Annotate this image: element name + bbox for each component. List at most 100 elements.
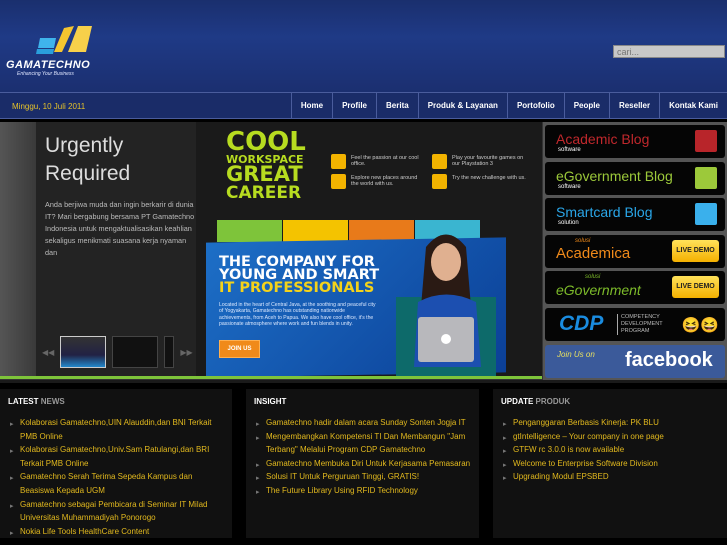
academic-blog-link[interactable]: Academic Blog software	[545, 125, 725, 158]
facebook-link[interactable]: Join Us on facebook	[545, 344, 725, 378]
slide-text: Anda berjiwa muda dan ingin berkarir di …	[45, 200, 195, 257]
box-title: UPDATE PRODUK	[493, 389, 727, 416]
product-link[interactable]: Welcome to Enterprise Software Division	[503, 457, 719, 472]
link-subtitle: software	[558, 147, 581, 153]
title-part: UPDATE	[501, 397, 534, 406]
poster-headline: THE COMPANY FOR YOUNG AND SMART IT PROFE…	[219, 255, 379, 296]
header: GAMATECHNO Enhancing Your Business	[0, 0, 727, 92]
brand-name: GAMATECHNO	[6, 59, 91, 71]
insight-box: INSIGHT Gamatechno hadir dalam acara Sun…	[246, 389, 479, 538]
insight-link[interactable]: The Future Library Using RFID Technology	[256, 484, 471, 499]
link-title: Academic Blog	[556, 131, 650, 147]
poster-great: GREAT	[226, 162, 303, 187]
trophy-icon	[432, 174, 447, 189]
feature-text: Feel the passion at our cool office.	[351, 155, 419, 167]
live-demo-button[interactable]: LIVE DEMO	[672, 276, 719, 299]
link-title: eGovernment	[556, 282, 641, 299]
poster-cool: COOL	[226, 127, 306, 157]
product-link[interactable]: Penganggaran Berbasis Kinerja: PK BLU	[503, 416, 719, 431]
slide-thumb[interactable]	[60, 336, 107, 368]
link-subtitle: COMPETENCY DEVELOPMENT PROGRAM	[617, 313, 675, 335]
slide-caption: Urgently Required Anda berjiwa muda dan …	[36, 122, 196, 378]
link-subtitle: software	[558, 183, 581, 190]
prev-arrow-icon[interactable]: ◀◀	[42, 348, 54, 357]
slide-thumb[interactable]	[164, 336, 175, 368]
title-part: NEWS	[40, 397, 65, 406]
update-produk-box: UPDATE PRODUK Penganggaran Berbasis Kine…	[493, 389, 727, 538]
title-part: LATEST	[8, 397, 39, 406]
link-prefix: Join Us on	[557, 349, 595, 359]
slider-divider	[0, 376, 542, 379]
brand-tagline: Enhancing Your Business	[17, 71, 74, 77]
nav-profile[interactable]: Profile	[332, 93, 376, 118]
link-title: Academica	[556, 244, 631, 262]
link-title: Smartcard Blog	[556, 204, 653, 221]
nav-portofolio[interactable]: Portofolio	[506, 93, 564, 118]
headline-line: IT PROFESSIONALS	[219, 280, 375, 296]
feature-text: Try the new challenge with us.	[452, 175, 526, 181]
poster-career: CAREER	[226, 183, 302, 204]
academica-demo-link[interactable]: solusi Academica LIVE DEMO	[545, 234, 725, 268]
link-title: CDP	[559, 311, 604, 335]
smartcard-blog-link[interactable]: Smartcard Blog solution	[545, 198, 725, 232]
slide-thumbnails: ◀◀ ▶▶	[42, 336, 193, 368]
insight-link[interactable]: Gamatechno Membuka Diri Untuk Kerjasama …	[256, 457, 471, 472]
nav-people[interactable]: People	[563, 93, 609, 118]
insight-link[interactable]: Gamatechno hadir dalam acara Sunday Sont…	[256, 416, 471, 431]
live-demo-button[interactable]: LIVE DEMO	[672, 239, 719, 262]
news-link[interactable]: Kolaborasi Gamatechno,Univ.Sam Ratulangi…	[10, 443, 224, 470]
join-us-button[interactable]: JOIN US	[219, 340, 260, 358]
feature-text: Play your favourite games on our Playsta…	[452, 155, 524, 167]
news-link[interactable]: Nokia Life Tools HealthCare Content	[10, 525, 224, 540]
link-title: eGovernment Blog	[556, 167, 673, 184]
smiley-icon: 😆😆	[681, 316, 719, 334]
person-with-laptop-image	[396, 234, 496, 377]
link-prefix: solusi	[575, 237, 591, 244]
nav-kontak-kami[interactable]: Kontak Kami	[659, 93, 727, 118]
search-input[interactable]	[613, 45, 725, 58]
logo-mark-icon	[36, 26, 92, 54]
product-link[interactable]: GTFW rc 3.0.0 is now available	[503, 443, 719, 458]
insight-link[interactable]: Solusi IT Untuk Perguruan Tinggi, GRATIS…	[256, 470, 471, 485]
sidebar-links: Academic Blog software eGovernment Blog …	[543, 122, 727, 380]
next-arrow-icon[interactable]: ▶▶	[180, 348, 192, 357]
link-subtitle: solution	[558, 220, 579, 227]
box-title: LATEST NEWS	[0, 389, 232, 416]
egov-icon	[695, 166, 717, 189]
poster-blurb: Located in the heart of Central Java, at…	[219, 302, 376, 328]
news-link[interactable]: Kolaborasi Gamatechno,UIN Alauddin,dan B…	[10, 416, 224, 443]
nav-home[interactable]: Home	[290, 93, 332, 118]
coffee-icon	[331, 154, 346, 169]
insight-link[interactable]: Mengembangkan Kompetensi TI Dan Membangu…	[256, 430, 471, 457]
nav-berita[interactable]: Berita	[376, 93, 418, 118]
link-prefix: solusi	[585, 274, 601, 281]
egovernment-demo-link[interactable]: solusi eGovernment LIVE DEMO	[545, 271, 725, 305]
product-link[interactable]: gtIntelligence – Your company in one pag…	[503, 430, 719, 445]
academic-icon	[695, 130, 717, 152]
poster-title: COOL WORKSPACE GREAT CAREER	[226, 127, 306, 204]
main-nav: Minggu, 10 Juli 2011 Home Profile Berita…	[0, 92, 727, 119]
logo[interactable]: GAMATECHNO Enhancing Your Business	[6, 24, 112, 77]
slide-title: Urgently Required	[45, 134, 131, 185]
link-title: facebook	[625, 348, 713, 371]
news-link[interactable]: Gamatechno sebagai Pembicara di Seminar …	[10, 498, 224, 525]
featured-slider: Urgently Required Anda berjiwa muda dan …	[0, 122, 727, 380]
title-part: PRODUK	[535, 397, 571, 406]
nav-produk-layanan[interactable]: Produk & Layanan	[417, 93, 507, 118]
news-link[interactable]: Gamatechno Serah Terima Sepeda Kampus da…	[10, 470, 224, 497]
slider-edge	[0, 122, 36, 378]
feature-text: Explore new places around the world with…	[351, 175, 418, 187]
smartcard-icon	[695, 203, 717, 226]
gamepad-icon	[432, 154, 447, 169]
slide-image[interactable]: COOL WORKSPACE GREAT CAREER Feel the pas…	[196, 122, 542, 378]
product-link[interactable]: Upgrading Modul EPSBED	[503, 470, 719, 485]
nav-reseller[interactable]: Reseller	[608, 93, 659, 118]
news-section: LATEST NEWS Kolaborasi Gamatechno,UIN Al…	[0, 380, 727, 545]
slide-thumb[interactable]	[112, 336, 159, 368]
location-icon	[331, 174, 346, 189]
current-date: Minggu, 10 Juli 2011	[12, 102, 86, 111]
egovernment-blog-link[interactable]: eGovernment Blog software	[545, 161, 725, 195]
latest-news-box: LATEST NEWS Kolaborasi Gamatechno,UIN Al…	[0, 389, 232, 540]
cdp-link[interactable]: CDP COMPETENCY DEVELOPMENT PROGRAM 😆😆	[545, 307, 725, 341]
box-title: INSIGHT	[254, 397, 287, 406]
